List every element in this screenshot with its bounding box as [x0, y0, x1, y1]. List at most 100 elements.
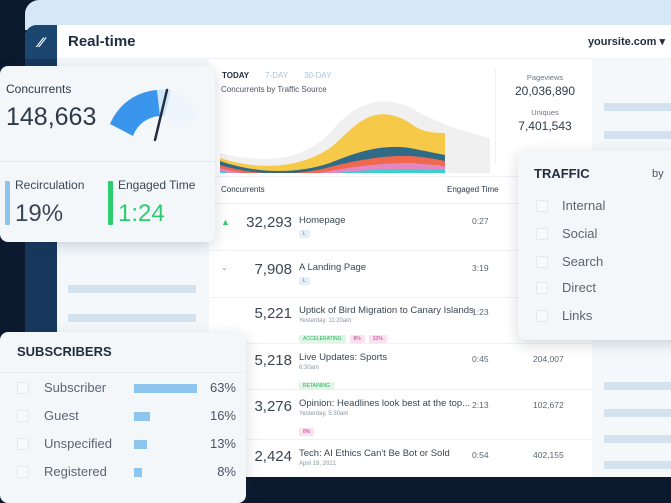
row-title[interactable]: Uptick of Bird Migration to Canary Islan…: [299, 305, 474, 316]
placeholder-bar: [68, 314, 196, 322]
traffic-row[interactable]: Links: [518, 307, 671, 327]
pct-bar: [134, 384, 197, 393]
pct-bar: [134, 468, 142, 477]
checkbox[interactable]: [536, 228, 548, 240]
checkbox[interactable]: [17, 410, 29, 422]
row-label: Guest: [44, 408, 79, 423]
placeholder-bar: [604, 382, 671, 390]
recirculation-value: 19%: [15, 200, 64, 227]
site-name: yoursite.com: [587, 36, 657, 48]
row-pageviews: 102,672: [533, 400, 564, 410]
header: Real-time yoursite.com ▾: [57, 25, 671, 59]
subscriber-row[interactable]: Subscriber 63%: [0, 379, 246, 399]
pct-bar: [134, 412, 150, 421]
site-selector[interactable]: yoursite.com ▾: [588, 35, 665, 48]
row-concurrents: 3,276: [254, 398, 292, 415]
row-label: Internal: [562, 198, 606, 213]
pct-bar: [134, 440, 147, 449]
stats-panel: Pageviews 20,036,890 Uniques 7,401,543: [500, 73, 590, 133]
range-tabs: TODAY 7-DAY 30-DAY: [222, 71, 332, 80]
row-pct: 63%: [209, 380, 236, 395]
traffic-title: TRAFFIC: [534, 166, 590, 181]
row-engaged: 0:54: [472, 450, 489, 460]
row-label: Social: [562, 226, 598, 241]
row-engaged: 0:45: [472, 354, 489, 364]
pageviews-value: 20,036,890: [514, 84, 576, 98]
traffic-card: TRAFFIC by Internal Social Search Direct…: [518, 150, 671, 340]
pageviews-label: Pageviews: [526, 73, 564, 82]
row-engaged: 2:13: [472, 400, 489, 410]
traffic-row[interactable]: Direct: [518, 279, 671, 299]
subscriber-row[interactable]: Guest 16%: [0, 407, 246, 427]
tab-30-day[interactable]: 30-DAY: [304, 71, 331, 80]
badges: 8%: [299, 420, 318, 438]
checkbox[interactable]: [536, 282, 548, 294]
row-concurrents: 5,221: [254, 305, 292, 322]
row-title[interactable]: Live Updates: Sports: [299, 352, 387, 363]
uniques-value: 7,401,543: [518, 119, 572, 133]
col-engaged-time[interactable]: Engaged Time: [447, 185, 499, 194]
row-title[interactable]: Opinion: Headlines look best at the top.…: [299, 398, 470, 409]
subscriber-row[interactable]: Registered 8%: [0, 463, 246, 483]
page-title: Real-time: [68, 33, 136, 50]
row-pageviews: 204,007: [533, 354, 564, 364]
logo-icon[interactable]: ⁄⁄: [25, 25, 57, 59]
chevron-down-icon[interactable]: ⌄: [221, 263, 228, 272]
divider: [0, 161, 215, 162]
stacked-area-chart: [220, 101, 490, 173]
checkbox[interactable]: [536, 310, 548, 322]
row-date: Yesterday, 11:20am: [299, 318, 352, 324]
checkbox[interactable]: [17, 382, 29, 394]
engaged-bar: [108, 181, 113, 225]
badge-accelerating: ACCELERATING: [299, 335, 346, 343]
checkbox[interactable]: [536, 256, 548, 268]
tab-7-day[interactable]: 7-DAY: [265, 71, 288, 80]
table-row[interactable]: 5,218 Live Updates: Sports 6:30am RETAIN…: [210, 344, 592, 390]
divider: [495, 69, 496, 164]
traffic-row[interactable]: Internal: [518, 197, 671, 217]
checkbox[interactable]: [17, 466, 29, 478]
table-row[interactable]: 2,424 Tech: AI Ethics Can't Be Bot or So…: [210, 440, 592, 477]
badge-facebook: 32%: [368, 335, 387, 343]
subscriber-row[interactable]: Unspecified 13%: [0, 435, 246, 455]
row-concurrents: 7,908: [254, 261, 292, 278]
row-concurrents: 2,424: [254, 448, 292, 465]
gauge-icon: [110, 88, 200, 142]
engaged-value: 1:24: [118, 200, 165, 227]
engaged-label: Engaged Time: [118, 178, 196, 192]
checkbox[interactable]: [536, 200, 548, 212]
recirculation-bar: [5, 181, 10, 225]
recirculation-label: Recirculation: [15, 178, 85, 192]
link-icon: L: [299, 230, 310, 238]
traffic-by[interactable]: by: [652, 168, 664, 180]
row-engaged: 0:27: [472, 216, 489, 226]
col-concurrents[interactable]: Concurrents: [221, 185, 265, 194]
row-title[interactable]: A Landing Page: [299, 262, 366, 273]
placeholder-bar: [68, 285, 196, 293]
row-label: Links: [562, 308, 593, 323]
row-date: Yesterday, 5:30am: [299, 411, 349, 417]
row-pct: 13%: [209, 436, 236, 451]
row-title[interactable]: Tech: AI Ethics Can't Be Bot or Sold: [299, 448, 450, 459]
placeholder-bar: [604, 435, 671, 443]
row-pageviews: 402,155: [533, 450, 564, 460]
table-row[interactable]: 3,276 Opinion: Headlines look best at th…: [210, 390, 592, 440]
badges: ACCELERATING 8% 32%: [299, 327, 391, 345]
placeholder-bar: [604, 131, 671, 139]
row-title[interactable]: Homepage: [299, 215, 345, 226]
badge-twitter: 8%: [299, 428, 315, 436]
subscribers-card: SUBSCRIBERS Subscriber 63% Guest 16% Uns…: [0, 332, 246, 503]
row-label: Unspecified: [44, 436, 112, 451]
checkbox[interactable]: [17, 438, 29, 450]
row-engaged: 3:19: [472, 263, 489, 273]
row-date: April 19, 2021: [299, 461, 337, 467]
placeholder-bar: [604, 461, 671, 469]
badge-twitter: 8%: [349, 335, 365, 343]
row-engaged: 1:23: [472, 307, 489, 317]
trend-up-icon: ▲: [221, 217, 230, 227]
traffic-row[interactable]: Social: [518, 225, 671, 245]
row-label: Registered: [44, 464, 107, 479]
traffic-row[interactable]: Search: [518, 253, 671, 273]
tab-today[interactable]: TODAY: [222, 71, 249, 80]
uniques-label: Uniques: [531, 108, 559, 117]
